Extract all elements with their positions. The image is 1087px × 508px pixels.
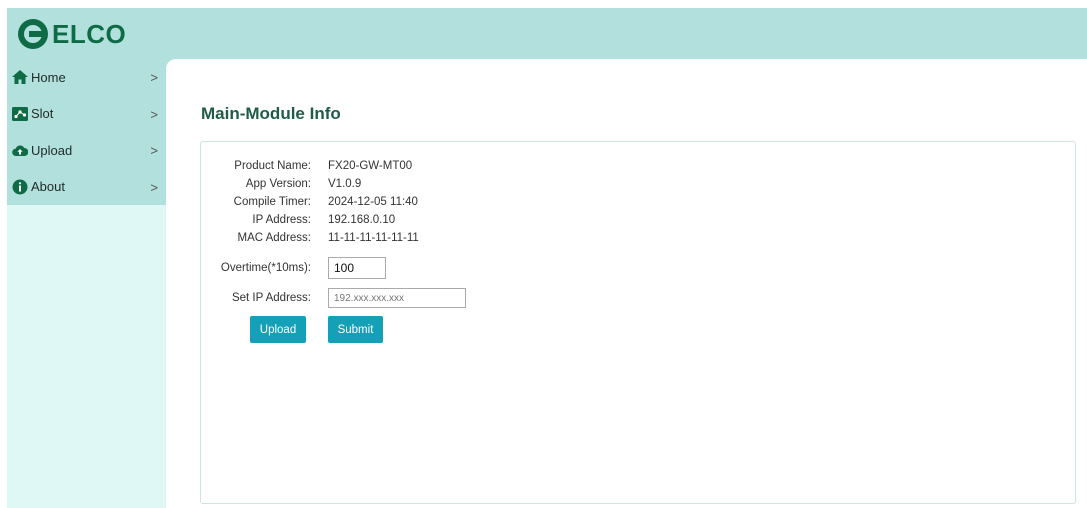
info-label: IP Address: [252, 214, 311, 226]
overtime-input[interactable] [328, 257, 386, 279]
slot-icon [12, 106, 28, 122]
home-icon [12, 69, 28, 85]
app-window: ELCO Home > Slot > Upload > About > Main… [7, 8, 1087, 508]
set-ip-address-input[interactable] [328, 288, 466, 308]
page-title: Main-Module Info [201, 104, 341, 123]
sidebar-item-label: About [31, 179, 65, 195]
submit-button[interactable]: Submit [328, 316, 383, 343]
sidebar-item-slot[interactable]: Slot > [7, 96, 166, 133]
info-card: Product Name: FX20-GW-MT00 App Version: … [200, 141, 1076, 504]
info-icon [12, 179, 28, 195]
sidebar-item-label: Upload [31, 142, 73, 158]
info-label: Compile Timer: [233, 196, 311, 208]
info-value: 192.168.0.10 [328, 214, 396, 226]
brand-name: ELCO [52, 18, 127, 49]
info-label: App Version: [245, 178, 311, 190]
chevron-right-icon: > [150, 70, 158, 85]
sidebar-menu: Home > Slot > Upload > About > [7, 59, 166, 205]
sidebar-item-about[interactable]: About > [7, 169, 166, 206]
sidebar-item-home[interactable]: Home > [7, 59, 166, 96]
info-value: 11-11-11-11-11-11 [328, 232, 419, 244]
info-label: Product Name: [234, 160, 311, 172]
main-content: Main-Module Info Product Name: FX20-GW-M… [166, 59, 1087, 508]
elco-logo-icon [18, 19, 48, 49]
sidebar: Home > Slot > Upload > About > [7, 59, 166, 508]
chevron-right-icon: > [150, 143, 158, 158]
set-ip-label: Set IP Address: [231, 292, 311, 304]
brand-logo: ELCO [18, 17, 126, 51]
sidebar-item-label: Home [31, 69, 66, 85]
info-value: V1.0.9 [328, 178, 362, 190]
info-label: MAC Address: [237, 232, 312, 244]
upload-button[interactable]: Upload [250, 316, 306, 343]
upload-cloud-icon [12, 142, 28, 158]
chevron-right-icon: > [150, 106, 158, 122]
chevron-right-icon: > [150, 179, 158, 195]
overtime-label: Overtime(*10ms): [220, 262, 311, 274]
sidebar-item-label: Slot [31, 106, 54, 122]
sidebar-item-upload[interactable]: Upload > [7, 132, 166, 169]
info-value: FX20-GW-MT00 [328, 160, 413, 172]
info-value: 2024-12-05 11:40 [328, 196, 418, 208]
header-bar: ELCO [7, 8, 1087, 59]
